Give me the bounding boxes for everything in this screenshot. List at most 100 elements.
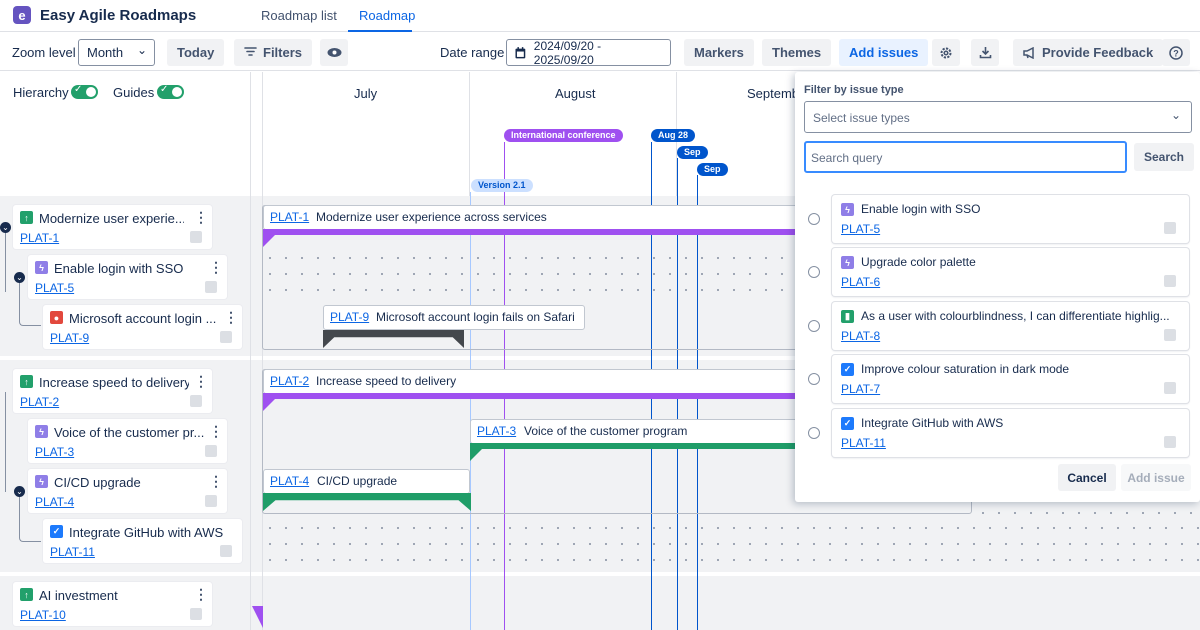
tab-roadmap[interactable]: Roadmap <box>359 8 415 23</box>
add-issue-button[interactable]: Add issue <box>1121 464 1191 491</box>
cancel-button[interactable]: Cancel <box>1058 464 1116 491</box>
result-key[interactable]: PLAT-5 <box>841 222 880 236</box>
result-key[interactable]: PLAT-7 <box>841 382 880 396</box>
issue-card-plat-3[interactable]: ϟ Voice of the customer pr... PLAT-3 ⋮ <box>28 419 227 463</box>
provide-feedback-button[interactable]: Provide Feedback <box>1013 39 1164 66</box>
issue-key[interactable]: PLAT-11 <box>50 545 95 559</box>
search-query-input[interactable]: Search query <box>804 141 1127 173</box>
collapse-icon[interactable]: ⌄ <box>14 272 25 283</box>
checkbox[interactable] <box>205 445 217 457</box>
timeline-bar-plat-1[interactable]: PLAT-1 Modernize user experience across … <box>263 205 802 230</box>
tab-roadmap-list[interactable]: Roadmap list <box>261 8 337 23</box>
month-label: August <box>555 86 596 101</box>
issue-card-plat-11[interactable]: ✓ Integrate GitHub with AWS PLAT-11 <box>43 519 242 563</box>
result-key[interactable]: PLAT-11 <box>841 436 886 450</box>
issue-key[interactable]: PLAT-10 <box>20 608 66 622</box>
month-label: Septemb <box>747 86 800 101</box>
issue-key[interactable]: PLAT-2 <box>270 374 309 388</box>
issue-key[interactable]: PLAT-5 <box>35 281 74 295</box>
hierarchy-toggle[interactable] <box>71 84 98 99</box>
story-icon: ↑ <box>20 211 33 224</box>
issue-card-plat-1[interactable]: ↑ Modernize user experie... PLAT-1 ⋮ <box>13 205 212 249</box>
more-icon[interactable]: ⋮ <box>224 309 238 326</box>
date-range-picker[interactable]: 2024/09/20 - 2025/09/20 <box>506 39 671 67</box>
issue-key[interactable]: PLAT-3 <box>477 424 516 438</box>
result-radio[interactable] <box>808 320 820 332</box>
checkbox[interactable] <box>205 281 217 293</box>
result-radio[interactable] <box>808 266 820 278</box>
issue-key[interactable]: PLAT-1 <box>20 231 59 245</box>
export-button[interactable] <box>971 39 999 66</box>
issue-key[interactable]: PLAT-9 <box>50 331 89 345</box>
more-icon[interactable]: ⋮ <box>209 259 223 276</box>
timeline-bar-plat-9[interactable]: PLAT-9 Microsoft account login fails on … <box>323 305 585 330</box>
issue-card-plat-2[interactable]: ↑ Increase speed to delivery PLAT-2 ⋮ <box>13 369 212 413</box>
zoom-level-select[interactable]: Month ⌄ <box>78 39 155 66</box>
timeline-bar-plat-3[interactable]: PLAT-3 Voice of the customer program <box>470 419 802 444</box>
result-key[interactable]: PLAT-6 <box>841 275 880 289</box>
add-issues-button[interactable]: Add issues <box>839 39 929 66</box>
today-button[interactable]: Today <box>167 39 225 66</box>
guides-toggle[interactable] <box>157 84 184 99</box>
help-icon: ? <box>1169 45 1183 60</box>
issue-key[interactable]: PLAT-3 <box>35 445 74 459</box>
marker-international-conference[interactable]: International conference <box>504 129 623 142</box>
timeline-bar-plat-2[interactable]: PLAT-2 Increase speed to delivery <box>263 369 802 394</box>
more-icon[interactable]: ⋮ <box>209 473 223 490</box>
collapse-icon[interactable]: ⌄ <box>14 486 25 497</box>
timeline-bar-plat-4[interactable]: PLAT-4 CI/CD upgrade <box>263 469 470 494</box>
issue-key[interactable]: PLAT-1 <box>270 210 309 224</box>
checkbox[interactable] <box>1164 222 1176 234</box>
more-icon[interactable]: ⋮ <box>209 423 223 440</box>
search-result-plat-5[interactable]: ϟ Enable login with SSO PLAT-5 <box>832 195 1189 243</box>
checkbox[interactable] <box>190 395 202 407</box>
guides-label: Guides <box>113 85 155 100</box>
marker-sep[interactable]: Sep <box>697 163 728 176</box>
result-title: As a user with colourblindness, I can di… <box>861 309 1170 323</box>
search-result-plat-11[interactable]: ✓ Integrate GitHub with AWS PLAT-11 <box>832 409 1189 457</box>
issue-card-plat-4[interactable]: ϟ CI/CD upgrade PLAT-4 ⋮ <box>28 469 227 513</box>
marker-sep[interactable]: Sep <box>677 146 708 159</box>
issue-key[interactable]: PLAT-9 <box>330 310 369 324</box>
visibility-button[interactable] <box>320 39 348 66</box>
search-result-plat-7[interactable]: ✓ Improve colour saturation in dark mode… <box>832 355 1189 403</box>
checkbox[interactable] <box>1164 275 1176 287</box>
story-icon: ↑ <box>20 375 33 388</box>
result-radio[interactable] <box>808 427 820 439</box>
checkbox[interactable] <box>205 495 217 507</box>
more-icon[interactable]: ⋮ <box>194 373 208 390</box>
checkbox[interactable] <box>190 231 202 243</box>
issue-key[interactable]: PLAT-2 <box>20 395 59 409</box>
search-result-plat-8[interactable]: ▮ As a user with colourblindness, I can … <box>832 302 1189 350</box>
issue-key[interactable]: PLAT-4 <box>35 495 74 509</box>
issue-type-select[interactable]: Select issue types ⌄ <box>804 101 1192 133</box>
more-icon[interactable]: ⋮ <box>194 586 208 603</box>
epic-band <box>263 229 803 235</box>
checkbox[interactable] <box>1164 382 1176 394</box>
checkbox[interactable] <box>190 608 202 620</box>
hierarchy-label: Hierarchy <box>13 85 69 100</box>
filters-button[interactable]: Filters <box>234 39 313 66</box>
checkbox[interactable] <box>220 331 232 343</box>
themes-button[interactable]: Themes <box>762 39 832 66</box>
more-icon[interactable]: ⋮ <box>194 209 208 226</box>
settings-button[interactable] <box>932 39 960 66</box>
issue-card-plat-9[interactable]: ● Microsoft account login ... PLAT-9 ⋮ <box>43 305 242 349</box>
search-button[interactable]: Search <box>1134 143 1194 171</box>
download-icon <box>979 47 991 59</box>
search-result-plat-6[interactable]: ϟ Upgrade color palette PLAT-6 <box>832 248 1189 296</box>
result-radio[interactable] <box>808 213 820 225</box>
checkbox[interactable] <box>1164 436 1176 448</box>
checkbox[interactable] <box>220 545 232 557</box>
issue-key[interactable]: PLAT-4 <box>270 474 309 488</box>
markers-button[interactable]: Markers <box>684 39 754 66</box>
marker-version-2-1[interactable]: Version 2.1 <box>471 179 533 192</box>
issue-card-plat-5[interactable]: ϟ Enable login with SSO PLAT-5 ⋮ <box>28 255 227 299</box>
collapse-icon[interactable]: ⌄ <box>0 222 11 233</box>
marker-aug-28[interactable]: Aug 28 <box>651 129 696 142</box>
help-button[interactable]: ? <box>1162 39 1190 66</box>
result-key[interactable]: PLAT-8 <box>841 329 880 343</box>
checkbox[interactable] <box>1164 329 1176 341</box>
result-radio[interactable] <box>808 373 820 385</box>
issue-card-plat-10[interactable]: ↑ AI investment PLAT-10 ⋮ <box>13 582 212 626</box>
